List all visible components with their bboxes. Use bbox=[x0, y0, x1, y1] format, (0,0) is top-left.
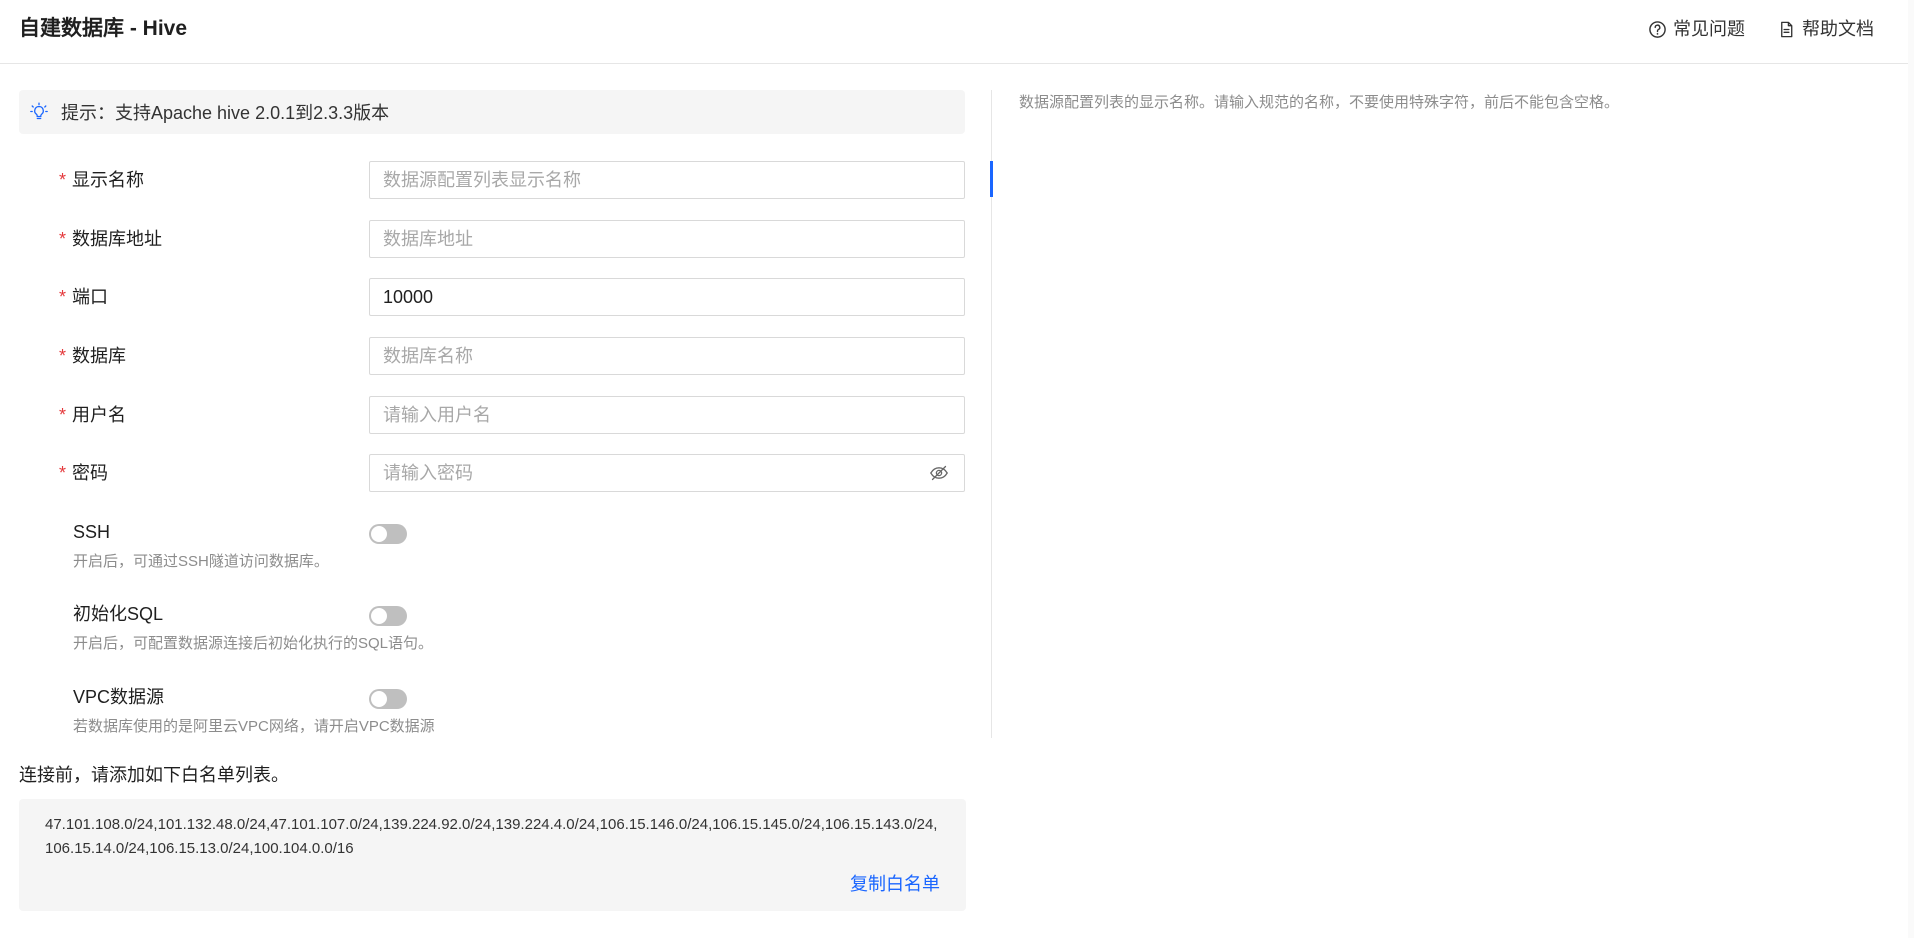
eye-slash-icon[interactable] bbox=[929, 463, 949, 483]
port-row: * 端口 bbox=[19, 278, 965, 316]
form-column: 提示：支持Apache hive 2.0.1到2.3.3版本 bbox=[19, 90, 965, 134]
copy-whitelist-button[interactable]: 复制白名单 bbox=[850, 871, 940, 897]
ssh-switch[interactable] bbox=[369, 524, 407, 544]
page-header: 自建数据库 - Hive 常见问题 帮助文档 bbox=[0, 0, 1914, 64]
document-icon bbox=[1781, 21, 1793, 37]
datasource-config-page: 自建数据库 - Hive 常见问题 帮助文档 提示：支持Apache hive … bbox=[0, 0, 1914, 938]
username-row: * 用户名 bbox=[19, 396, 965, 434]
help-docs-link[interactable]: 帮助文档 bbox=[1777, 16, 1874, 42]
faq-link-label: 常见问题 bbox=[1673, 19, 1745, 39]
port-input[interactable] bbox=[369, 278, 965, 316]
whitelist-box: 47.101.108.0/24,101.132.48.0/24,47.101.1… bbox=[19, 799, 966, 911]
whitelist-ips: 47.101.108.0/24,101.132.48.0/24,47.101.1… bbox=[45, 816, 938, 857]
whitelist-label: 连接前，请添加如下白名单列表。 bbox=[19, 765, 289, 785]
active-field-indicator bbox=[990, 161, 993, 197]
username-label: * 用户名 bbox=[59, 405, 127, 425]
init-sql-label: 初始化SQL bbox=[73, 604, 164, 624]
display-name-row: * 显示名称 bbox=[19, 161, 965, 199]
db-address-input[interactable] bbox=[369, 220, 965, 258]
init-sql-switch[interactable] bbox=[369, 606, 407, 626]
required-mark: * bbox=[59, 346, 67, 366]
database-label: * 数据库 bbox=[59, 346, 127, 366]
vpc-toggle-row: VPC数据源 若数据库使用的是阿里云VPC网络，请开启VPC数据源 bbox=[19, 684, 965, 748]
version-tip-text: 提示：支持Apache hive 2.0.1到2.3.3版本 bbox=[61, 103, 390, 123]
db-address-label: * 数据库地址 bbox=[59, 229, 163, 249]
password-row: * 密码 bbox=[19, 454, 965, 492]
display-name-input[interactable] bbox=[369, 161, 965, 199]
init-sql-toggle-row: 初始化SQL 开启后，可配置数据源连接后初始化执行的SQL语句。 bbox=[19, 601, 965, 665]
database-row: * 数据库 bbox=[19, 337, 965, 375]
display-name-label: * 显示名称 bbox=[59, 170, 145, 190]
field-help-text: 数据源配置列表的显示名称。请输入规范的名称，不要使用特殊字符，前后不能包含空格。 bbox=[1019, 94, 1620, 111]
username-input[interactable] bbox=[369, 396, 965, 434]
vpc-switch[interactable] bbox=[369, 689, 407, 709]
port-label: * 端口 bbox=[59, 287, 109, 307]
database-input[interactable] bbox=[369, 337, 965, 375]
password-label: * 密码 bbox=[59, 463, 109, 483]
required-mark: * bbox=[59, 405, 67, 425]
version-tip: 提示：支持Apache hive 2.0.1到2.3.3版本 bbox=[19, 90, 965, 134]
required-mark: * bbox=[59, 229, 67, 249]
ssh-description: 开启后，可通过SSH隧道访问数据库。 bbox=[73, 553, 329, 570]
page-title: 自建数据库 - Hive bbox=[19, 17, 188, 40]
lightbulb-icon bbox=[30, 102, 48, 120]
password-input[interactable] bbox=[369, 454, 965, 492]
init-sql-description: 开启后，可配置数据源连接后初始化执行的SQL语句。 bbox=[73, 635, 434, 652]
required-mark: * bbox=[59, 287, 67, 307]
help-docs-link-label: 帮助文档 bbox=[1802, 19, 1874, 39]
vpc-label: VPC数据源 bbox=[73, 687, 165, 707]
question-circle-icon bbox=[1649, 20, 1666, 38]
vpc-description: 若数据库使用的是阿里云VPC网络，请开启VPC数据源 bbox=[73, 718, 435, 735]
ssh-toggle-row: SSH 开启后，可通过SSH隧道访问数据库。 bbox=[19, 519, 965, 583]
db-address-row: * 数据库地址 bbox=[19, 220, 965, 258]
page-scrollbar[interactable] bbox=[1908, 0, 1914, 938]
required-mark: * bbox=[59, 463, 67, 483]
ssh-label: SSH bbox=[73, 522, 111, 542]
required-mark: * bbox=[59, 170, 67, 190]
faq-link[interactable]: 常见问题 bbox=[1648, 16, 1745, 42]
header-links: 常见问题 帮助文档 bbox=[1648, 16, 1874, 42]
